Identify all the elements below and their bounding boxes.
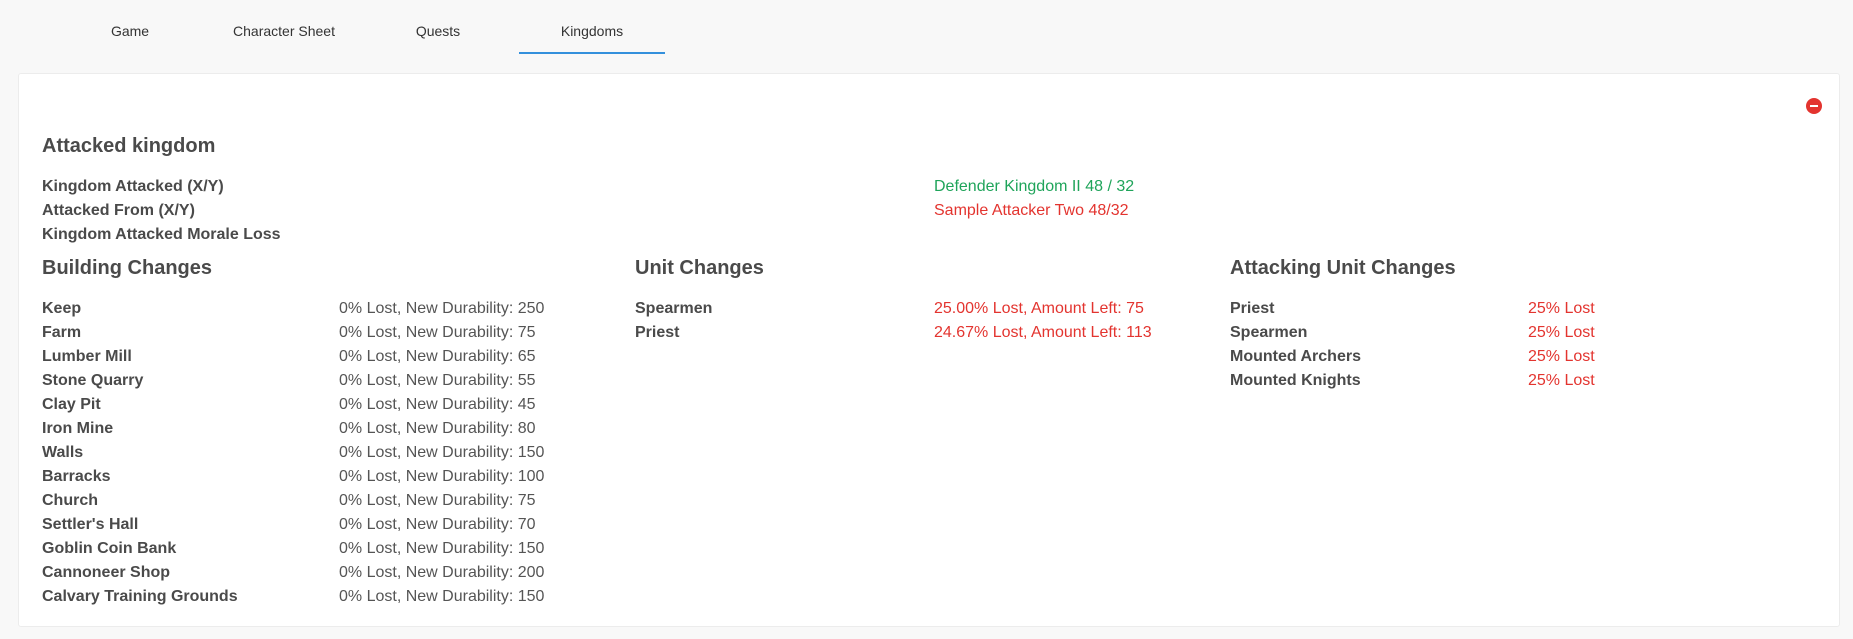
building-name: Settler's Hall — [42, 516, 139, 533]
attacking-unit-changes-title: Attacking Unit Changes — [1230, 257, 1456, 279]
building-value: 0% Lost, New Durability: 75 — [339, 492, 536, 509]
table-row: Iron Mine 0% Lost, New Durability: 80 — [42, 420, 602, 444]
building-name: Cannoneer Shop — [42, 564, 171, 581]
attacked-from-value: Sample Attacker Two 48/32 — [934, 202, 1129, 219]
building-value: 0% Lost, New Durability: 45 — [339, 396, 536, 413]
building-value: 0% Lost, New Durability: 250 — [339, 300, 545, 317]
unit-name: Spearmen — [635, 300, 713, 317]
tab-game[interactable]: Game — [80, 0, 180, 52]
attacking-unit-value: 25% Lost — [1528, 324, 1595, 341]
building-name: Calvary Training Grounds — [42, 588, 238, 605]
attacked-from-label: Attacked From (X/Y) — [42, 202, 195, 219]
tab-quests[interactable]: Quests — [388, 0, 488, 52]
table-row: Calvary Training Grounds 0% Lost, New Dur… — [42, 588, 602, 612]
building-name: Farm — [42, 324, 82, 341]
building-value: 0% Lost, New Durability: 65 — [339, 348, 536, 365]
building-changes-list: Keep 0% Lost, New Durability: 250 Farm 0% … — [42, 300, 602, 612]
tab-kingdoms[interactable]: Kingdoms — [519, 0, 665, 54]
building-value: 0% Lost, New Durability: 80 — [339, 420, 536, 437]
building-name: Clay Pit — [42, 396, 101, 413]
building-name: Church — [42, 492, 98, 509]
unit-changes-title: Unit Changes — [635, 257, 764, 279]
building-value: 0% Lost, New Durability: 100 — [339, 468, 545, 485]
building-value: 0% Lost, New Durability: 200 — [339, 564, 545, 581]
table-row: Farm 0% Lost, New Durability: 75 — [42, 324, 602, 348]
table-row: Settler's Hall 0% Lost, New Durability: 7… — [42, 516, 602, 540]
building-name: Barracks — [42, 468, 111, 485]
building-value: 0% Lost, New Durability: 150 — [339, 588, 545, 605]
table-row: Lumber Mill 0% Lost, New Durability: 65 — [42, 348, 602, 372]
attacking-unit-name: Mounted Archers — [1230, 348, 1361, 365]
table-row: Keep 0% Lost, New Durability: 250 — [42, 300, 602, 324]
table-row: Cannoneer Shop 0% Lost, New Durability: 2… — [42, 564, 602, 588]
building-name: Iron Mine — [42, 420, 114, 437]
attacking-unit-name: Spearmen — [1230, 324, 1308, 341]
attacking-unit-name: Mounted Knights — [1230, 372, 1361, 389]
attacking-unit-value: 25% Lost — [1528, 300, 1595, 317]
table-row: Priest 25% Lost — [1230, 300, 1790, 324]
unit-name: Priest — [635, 324, 680, 341]
table-row: Barracks 0% Lost, New Durability: 100 — [42, 468, 602, 492]
building-name: Stone Quarry — [42, 372, 144, 389]
attack-report-card: Attacked kingdom Kingdom Attacked (X/Y) … — [18, 73, 1840, 627]
minus-circle-icon[interactable] — [1806, 98, 1822, 114]
tab-bar: Game Character Sheet Quests Kingdoms — [0, 0, 1853, 54]
report-title: Attacked kingdom — [42, 135, 216, 157]
tab-character-sheet[interactable]: Character Sheet — [214, 0, 354, 52]
table-row: Priest 24.67% Lost, Amount Left: 113 — [635, 324, 1195, 348]
building-changes-title: Building Changes — [42, 257, 212, 279]
table-row: Stone Quarry 0% Lost, New Durability: 55 — [42, 372, 602, 396]
morale-loss-label: Kingdom Attacked Morale Loss — [42, 226, 281, 243]
building-value: 0% Lost, New Durability: 150 — [339, 444, 545, 461]
building-value: 0% Lost, New Durability: 75 — [339, 324, 536, 341]
building-value: 0% Lost, New Durability: 150 — [339, 540, 545, 557]
unit-value: 24.67% Lost, Amount Left: 113 — [934, 324, 1152, 341]
table-row: Church 0% Lost, New Durability: 75 — [42, 492, 602, 516]
table-row: Spearmen 25% Lost — [1230, 324, 1790, 348]
table-row: Walls 0% Lost, New Durability: 150 — [42, 444, 602, 468]
table-row: Mounted Archers 25% Lost — [1230, 348, 1790, 372]
table-row: Clay Pit 0% Lost, New Durability: 45 — [42, 396, 602, 420]
building-name: Keep — [42, 300, 82, 317]
unit-value: 25.00% Lost, Amount Left: 75 — [934, 300, 1144, 317]
building-name: Walls — [42, 444, 84, 461]
building-name: Lumber Mill — [42, 348, 132, 365]
kingdom-attacked-label: Kingdom Attacked (X/Y) — [42, 178, 224, 195]
attacking-unit-changes-list: Priest 25% Lost Spearmen 25% Lost Mounted … — [1230, 300, 1790, 396]
building-value: 0% Lost, New Durability: 70 — [339, 516, 536, 533]
building-value: 0% Lost, New Durability: 55 — [339, 372, 536, 389]
unit-changes-list: Spearmen 25.00% Lost, Amount Left: 75 Pri… — [635, 300, 1195, 348]
table-row: Goblin Coin Bank 0% Lost, New Durability:… — [42, 540, 602, 564]
attacking-unit-value: 25% Lost — [1528, 348, 1595, 365]
attacking-unit-name: Priest — [1230, 300, 1275, 317]
kingdom-attacked-value: Defender Kingdom II 48 / 32 — [934, 178, 1135, 195]
table-row: Mounted Knights 25% Lost — [1230, 372, 1790, 396]
building-name: Goblin Coin Bank — [42, 540, 177, 557]
attacking-unit-value: 25% Lost — [1528, 372, 1595, 389]
table-row: Spearmen 25.00% Lost, Amount Left: 75 — [635, 300, 1195, 324]
